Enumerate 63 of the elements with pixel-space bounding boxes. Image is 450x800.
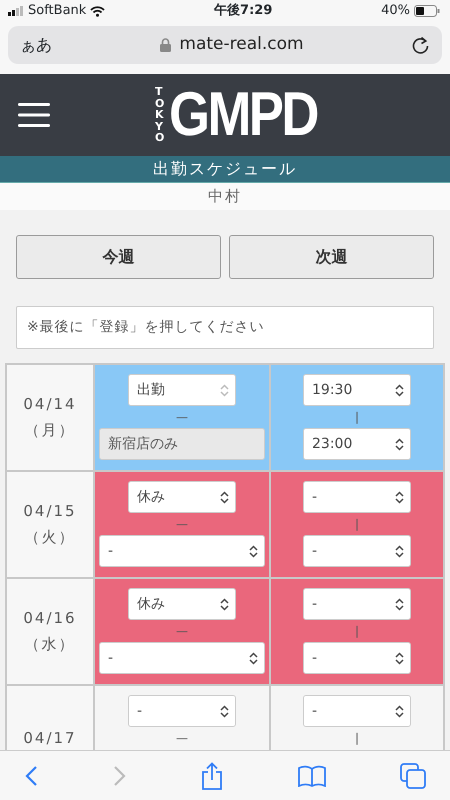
weekday-text: （月） [24,420,76,440]
week-button[interactable]: 今週 [16,235,221,279]
start-time-select[interactable]: - [303,695,411,727]
chevron-icon [395,438,404,450]
chevron-icon [395,384,404,396]
status-select[interactable]: - [128,695,236,727]
end-time-select[interactable]: - [303,535,411,567]
chevron-icon [395,704,404,718]
chevron-icon [249,544,258,558]
text-size-button[interactable]: ぁあ [20,33,52,57]
signal-icon [8,6,24,16]
chevron-icon [395,490,404,504]
week-button[interactable]: 次週 [229,235,434,279]
weekday-text: （火） [24,526,76,548]
logo-text: GMPD [169,84,317,146]
battery-percent: 40% [381,2,410,20]
chevron-icon [249,652,258,664]
clock-time: 午後7:29 [214,2,272,20]
wifi-icon [90,6,106,16]
reload-icon[interactable] [412,36,430,54]
start-time-select[interactable]: - [303,481,411,513]
chevron-icon [395,544,404,558]
separator-mark: | [354,730,360,747]
note-field[interactable]: ※最後に「登録」を押してください [16,306,434,349]
end-time-select[interactable]: 23:00 [303,428,411,460]
back-icon[interactable] [24,764,38,786]
separator-mark: — [176,623,188,640]
chevron-icon [220,490,229,504]
weekday-text: （水） [24,634,76,654]
shop-select[interactable]: - [99,642,265,674]
book-icon[interactable] [298,764,326,786]
separator-mark: | [354,409,360,426]
separator-mark: — [176,409,188,426]
date-text: 04/14 [23,394,77,415]
separator-mark: — [176,516,188,533]
status-select[interactable]: 出勤 [128,374,236,406]
chevron-icon [220,704,229,718]
staff-name: 中村 [208,186,242,208]
share-icon[interactable] [201,762,223,790]
status-select[interactable]: 休み [128,588,236,620]
start-time-select[interactable]: 19:30 [303,374,411,406]
lock-icon [160,38,172,52]
chevron-icon [220,384,229,396]
start-time-select[interactable]: - [303,588,411,620]
carrier-name: SoftBank [28,2,86,20]
status-select[interactable]: 休み [128,481,236,513]
date-text: 04/17 [23,728,77,749]
page-title: 出勤スケジュール [153,158,297,180]
logo-small-text: TOKYO [155,86,166,144]
shop-select[interactable]: - [99,535,265,567]
menu-icon[interactable] [18,102,50,128]
date-text: 04/15 [23,501,77,522]
separator-mark: | [354,623,360,640]
tabs-icon[interactable] [400,762,426,788]
separator-mark: — [176,730,188,747]
end-time-select[interactable]: - [303,642,411,674]
chevron-icon [395,598,404,610]
separator-mark: | [354,516,360,533]
chevron-icon [395,652,404,664]
battery-icon [414,5,440,17]
chevron-icon [220,598,229,610]
date-text: 04/16 [23,608,77,629]
url-text[interactable]: mate-real.com [179,32,304,58]
